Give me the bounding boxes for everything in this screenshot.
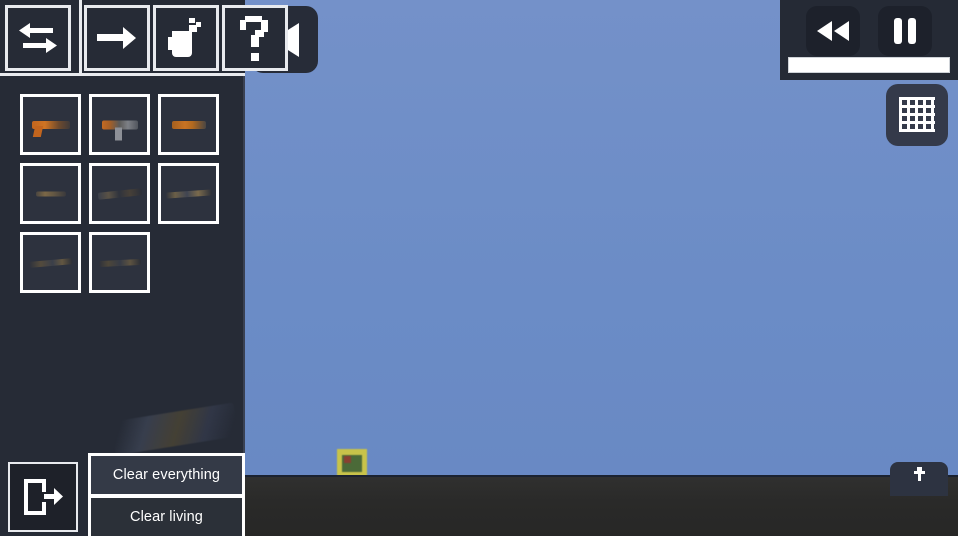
swap-arrows-icon [19, 23, 57, 53]
weapon-slot[interactable] [158, 94, 219, 155]
weapon-sprite-rifle-a [35, 191, 66, 196]
exit-door-icon [24, 479, 63, 515]
grid-toggle-button[interactable] [886, 84, 948, 146]
clear-living-button[interactable]: Clear living [91, 498, 242, 536]
weapon-slot[interactable] [20, 94, 81, 155]
weapon-grid [20, 94, 235, 293]
exit-button[interactable] [8, 462, 78, 532]
weapon-slot[interactable] [20, 232, 81, 293]
help-tool-button[interactable] [222, 5, 288, 71]
world-prop-crate[interactable] [337, 449, 367, 477]
weapon-slot[interactable] [89, 163, 150, 224]
spawn-menu-button[interactable] [890, 462, 948, 496]
clear-buttons-panel: Clear everything Clear living [88, 453, 245, 536]
weapon-sprite-rifle-d [28, 257, 73, 268]
pause-icon [894, 18, 916, 44]
swap-tool-button[interactable] [5, 5, 71, 71]
weapon-sprite-smg [101, 120, 138, 140]
weapon-slot[interactable] [89, 94, 150, 155]
toolbar-group-secondary [84, 5, 291, 71]
rewind-icon [817, 21, 849, 41]
question-mark-icon [240, 16, 268, 61]
sidebar-background-weapon-art [110, 402, 239, 456]
weapon-slot[interactable] [89, 232, 150, 293]
simulation-speed-slider[interactable] [788, 57, 950, 73]
weapon-sprite-rifle-e [98, 258, 141, 267]
game-screen: Clear everything Clear living [0, 0, 958, 536]
weapon-sprite-pistol [31, 120, 70, 129]
left-sidebar: Clear everything Clear living [0, 0, 288, 536]
toolbar-group-primary [5, 5, 74, 71]
weapon-slot[interactable] [158, 163, 219, 224]
weapon-sprite-rifle-b [97, 187, 142, 200]
pause-button[interactable] [878, 6, 932, 56]
playback-hud [780, 0, 958, 80]
crate-detail [344, 456, 351, 463]
grid-icon [899, 97, 935, 132]
weapon-sprite-sawn [171, 120, 206, 129]
clear-everything-button[interactable]: Clear everything [91, 456, 242, 494]
spray-can-icon [168, 18, 201, 57]
arrow-right-icon [97, 27, 136, 49]
playback-buttons [780, 6, 958, 56]
pin-icon [913, 467, 925, 481]
paint-tool-button[interactable] [153, 5, 219, 71]
next-tool-button[interactable] [84, 5, 150, 71]
toolbar-divider [79, 0, 82, 76]
rewind-button[interactable] [806, 6, 860, 56]
weapon-slot[interactable] [20, 163, 81, 224]
sidebar-toolbar [0, 0, 288, 76]
weapon-sprite-rifle-c [165, 188, 212, 199]
